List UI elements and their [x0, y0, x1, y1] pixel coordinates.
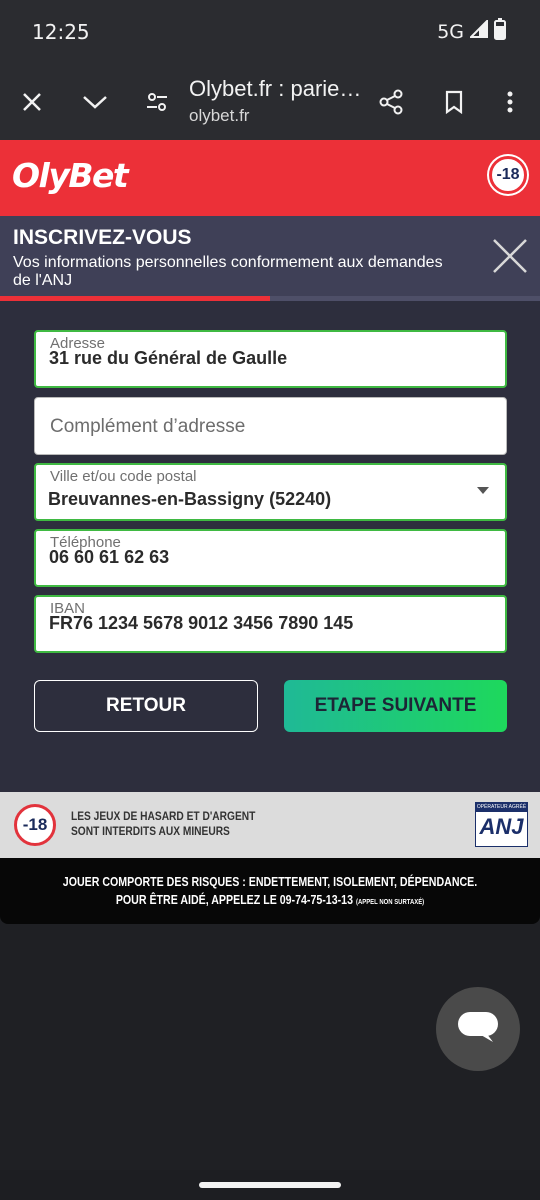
helpline-text: POUR ÊTRE AIDÉ, APPELEZ LE 09-74-75-13-1… [115, 893, 353, 907]
battery-icon [494, 18, 506, 45]
progress-fill [0, 296, 270, 301]
site-header: OlyBet -18 [0, 140, 540, 216]
address-complement-field[interactable]: Complément d’adresse [34, 397, 507, 455]
address-field[interactable]: Adresse 31 rue du Général de Gaulle [34, 330, 507, 388]
tune-icon[interactable] [141, 86, 173, 118]
more-vert-icon[interactable] [494, 86, 526, 118]
address-complement-placeholder[interactable]: Complément d’adresse [50, 416, 245, 438]
legal-banner: -18 LES JEUX DE HASARD ET D'ARGENT SONT … [0, 792, 540, 858]
chat-button[interactable] [436, 987, 520, 1071]
address-value[interactable]: 31 rue du Général de Gaulle [49, 348, 287, 369]
registration-panel: INSCRIVEZ-VOUS Vos informations personne… [0, 216, 540, 792]
home-gesture-handle[interactable] [199, 1182, 341, 1188]
status-time: 12:25 [32, 20, 90, 44]
risk-warning-line2: POUR ÊTRE AIDÉ, APPELEZ LE 09-74-75-13-1… [41, 893, 500, 907]
system-nav-bar [0, 1170, 540, 1200]
browser-toolbar: Olybet.fr : parie… olybet.fr [0, 64, 540, 140]
city-label: Ville et/ou code postal [50, 468, 197, 485]
registration-progress [0, 296, 540, 301]
anj-band: OPÉRATEUR AGRÉÉ [476, 803, 527, 812]
signal-icon [468, 18, 488, 43]
network-type: 5G [437, 20, 464, 43]
chat-bubble-icon [457, 1009, 499, 1050]
close-icon[interactable] [490, 236, 530, 276]
phone-value[interactable]: 06 60 61 62 63 [49, 547, 169, 568]
iban-value[interactable]: FR76 1234 5678 9012 3456 7890 145 [49, 613, 353, 634]
age-restriction-badge: -18 [14, 804, 56, 846]
city-value[interactable]: Breuvannes-en-Bassigny (52240) [48, 489, 331, 510]
risk-warning-line1: JOUER COMPORTE DES RISQUES : ENDETTEMENT… [62, 875, 478, 889]
iban-field[interactable]: IBAN FR76 1234 5678 9012 3456 7890 145 [34, 595, 507, 653]
registration-header: INSCRIVEZ-VOUS Vos informations personne… [0, 216, 540, 296]
anj-logo: OPÉRATEUR AGRÉÉ ANJ [475, 802, 528, 847]
page-title[interactable]: Olybet.fr : parie… [189, 76, 361, 102]
anj-text: ANJ [479, 814, 524, 839]
minors-warning: LES JEUX DE HASARD ET D'ARGENT SONT INTE… [71, 809, 255, 839]
phone-field[interactable]: Téléphone 06 60 61 62 63 [34, 529, 507, 587]
registration-title: INSCRIVEZ-VOUS [13, 226, 192, 249]
minors-warning-line2: SONT INTERDITS AUX MINEURS [71, 824, 230, 838]
chevron-down-icon[interactable] [79, 86, 111, 118]
back-button[interactable]: RETOUR [34, 680, 258, 732]
bookmark-icon[interactable] [438, 86, 470, 118]
status-icons: 5G [437, 18, 506, 45]
share-icon[interactable] [375, 86, 407, 118]
minors-warning-line1: LES JEUX DE HASARD ET D'ARGENT [71, 809, 256, 823]
dropdown-arrow-icon[interactable] [477, 487, 489, 494]
age-restriction-badge: -18 [489, 156, 527, 194]
olybet-logo[interactable]: OlyBet [12, 156, 129, 195]
city-select[interactable]: Ville et/ou code postal Breuvannes-en-Ba… [34, 463, 507, 521]
page-url[interactable]: olybet.fr [189, 106, 249, 126]
next-step-button[interactable]: ETAPE SUIVANTE [284, 680, 507, 732]
registration-subtitle: Vos informations personnelles conformeme… [13, 254, 443, 289]
status-bar: 12:25 5G [0, 0, 540, 64]
helpline-note: (APPEL NON SURTAXÉ) [355, 899, 425, 906]
close-icon[interactable] [16, 86, 48, 118]
risk-warning: JOUER COMPORTE DES RISQUES : ENDETTEMENT… [0, 858, 540, 924]
